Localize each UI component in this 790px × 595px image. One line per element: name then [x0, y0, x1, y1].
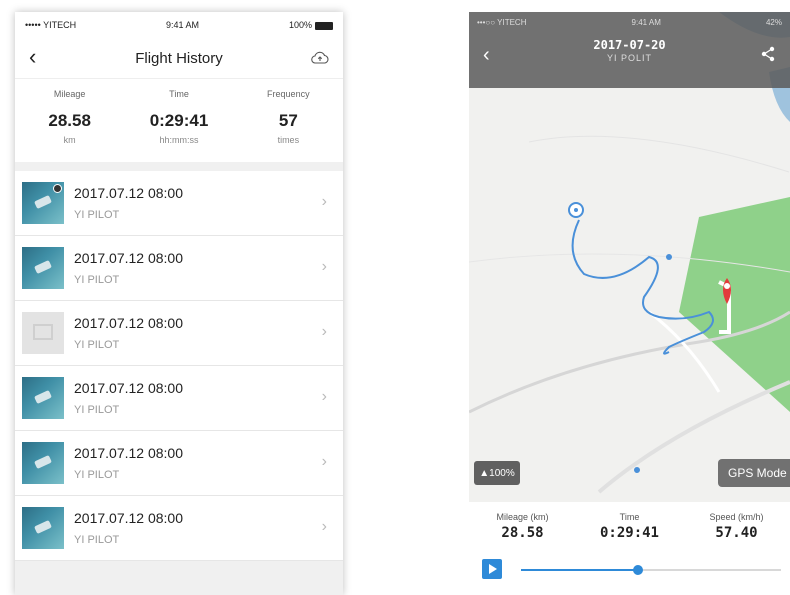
playback-slider[interactable]	[521, 565, 781, 575]
back-button[interactable]: ‹	[29, 46, 36, 68]
image-placeholder-icon	[33, 324, 53, 340]
chevron-right-icon: ›	[321, 453, 327, 470]
flight-date: 2017.07.12 08:00	[74, 315, 183, 331]
battery-indicator: 100%	[289, 20, 333, 30]
flight-list-item[interactable]: 2017.07.12 08:00 YI PILOT ›	[15, 236, 343, 301]
flight-summary-panel: Mileage (km) 28.58 Time 0:29:41 Speed (k…	[469, 502, 790, 595]
flight-date: 2017.07.12 08:00	[74, 380, 183, 396]
stat-speed: Speed (km/h) 57.40	[683, 502, 790, 554]
status-bar: •••○○ YITECH 9:41 AM 42%	[469, 12, 790, 32]
playback-progress-fill	[521, 569, 638, 571]
flight-thumbnail	[22, 182, 64, 224]
flight-list: 2017.07.12 08:00 YI PILOT › 2017.07.12 08…	[15, 171, 343, 561]
battery-icon	[314, 21, 333, 30]
carrier-label: ••••• YITECH	[25, 20, 77, 30]
flight-date: 2017.07.12 08:00	[74, 185, 183, 201]
chevron-right-icon: ›	[321, 518, 327, 535]
flight-list-item[interactable]: 2017.07.12 08:00 YI PILOT ›	[15, 301, 343, 366]
flight-pilot: YI PILOT	[74, 534, 120, 546]
clock-label: 9:41 AM	[631, 17, 661, 27]
stat-label: Time	[619, 512, 640, 522]
stat-value: 57.40	[715, 525, 758, 541]
flight-detail-screen: •••○○ YITECH 9:41 AM 42% 2017-07-20 YI P…	[469, 12, 790, 595]
stat-time: Time 0:29:41 hh:mm:ss	[124, 79, 233, 162]
play-button[interactable]	[482, 559, 502, 579]
top-bar: •••○○ YITECH 9:41 AM 42% 2017-07-20 YI P…	[469, 12, 790, 88]
stat-time: Time 0:29:41	[576, 502, 683, 554]
nav-bar: ‹ Flight History	[15, 38, 343, 78]
status-bar: ••••• YITECH 9:41 AM 100%	[15, 12, 343, 38]
chevron-right-icon: ›	[321, 258, 327, 275]
flight-pilot: YI PILOT	[74, 209, 120, 221]
clock-label: 9:41 AM	[166, 20, 200, 30]
stat-label: Frequency	[267, 89, 310, 99]
flight-list-item[interactable]: 2017.07.12 08:00 YI PILOT ›	[15, 496, 343, 561]
drone-image	[34, 194, 52, 210]
stat-value: 28.58	[48, 111, 91, 130]
stat-mileage: Mileage (km) 28.58	[469, 502, 576, 554]
share-icon[interactable]	[760, 46, 776, 62]
battery-label: 100%	[288, 20, 312, 30]
flight-thumbnail	[22, 377, 64, 419]
flight-pilot: YI PILOT	[74, 404, 120, 416]
stat-value: 0:29:41	[149, 111, 209, 130]
video-badge-icon	[53, 184, 62, 193]
battery-label: 42%	[765, 17, 782, 27]
flight-date: 2017.07.12 08:00	[74, 250, 183, 266]
flight-thumbnail	[22, 247, 64, 289]
chevron-right-icon: ›	[321, 193, 327, 210]
pilot-subtitle: YI POLIT	[606, 53, 652, 63]
drone-battery-badge: ▲ 100%	[474, 461, 520, 485]
flight-date: 2017.07.12 08:00	[74, 510, 183, 526]
page-title: Flight History	[135, 49, 223, 67]
chevron-right-icon: ›	[321, 323, 327, 340]
flight-date: 2017.07.12 08:00	[74, 445, 183, 461]
stat-value: 57	[278, 111, 298, 130]
back-button[interactable]: ‹	[483, 44, 490, 67]
playback-slider-handle[interactable]	[633, 565, 643, 575]
playback-controls	[469, 554, 790, 584]
stat-unit: km	[63, 135, 76, 145]
drone-battery-label: 100%	[489, 467, 515, 479]
stat-label: Mileage	[53, 89, 86, 99]
flight-list-item[interactable]: 2017.07.12 08:00 YI PILOT ›	[15, 171, 343, 236]
flight-list-item[interactable]: 2017.07.12 08:00 YI PILOT ›	[15, 366, 343, 431]
drone-image	[34, 389, 52, 405]
flight-pilot: YI PILOT	[74, 339, 120, 351]
flight-history-screen: ••••• YITECH 9:41 AM 100% ‹ Flight Histo…	[15, 12, 343, 595]
drone-image	[34, 519, 52, 535]
flight-pilot: YI PILOT	[74, 469, 120, 481]
gps-mode-button[interactable]: GPS Mode	[718, 459, 790, 487]
stat-label: Time	[169, 89, 189, 99]
flight-thumbnail	[22, 442, 64, 484]
stat-frequency: Frequency 57 times	[234, 79, 343, 162]
flight-date-title: 2017-07-20	[593, 38, 666, 52]
flight-thumbnail-placeholder	[22, 312, 64, 354]
chevron-right-icon: ›	[321, 388, 327, 405]
drone-image	[34, 454, 52, 470]
stat-unit: hh:mm:ss	[159, 135, 199, 145]
cloud-sync-icon[interactable]	[311, 50, 329, 66]
stat-value: 28.58	[501, 525, 544, 541]
stat-mileage: Mileage 28.58 km	[15, 79, 124, 162]
stat-value: 0:29:41	[599, 525, 659, 541]
flight-thumbnail	[22, 507, 64, 549]
stat-unit: times	[277, 135, 300, 145]
flight-list-item[interactable]: 2017.07.12 08:00 YI PILOT ›	[15, 431, 343, 496]
summary-stats: Mileage 28.58 km Time 0:29:41 hh:mm:ss F…	[15, 78, 343, 162]
stat-label: Mileage (km)	[496, 512, 549, 522]
stat-label: Speed (km/h)	[709, 512, 764, 522]
flight-pilot: YI PILOT	[74, 274, 120, 286]
drone-image	[34, 259, 52, 275]
drone-icon: ▲	[479, 467, 490, 479]
carrier-label: •••○○ YITECH	[477, 17, 527, 27]
